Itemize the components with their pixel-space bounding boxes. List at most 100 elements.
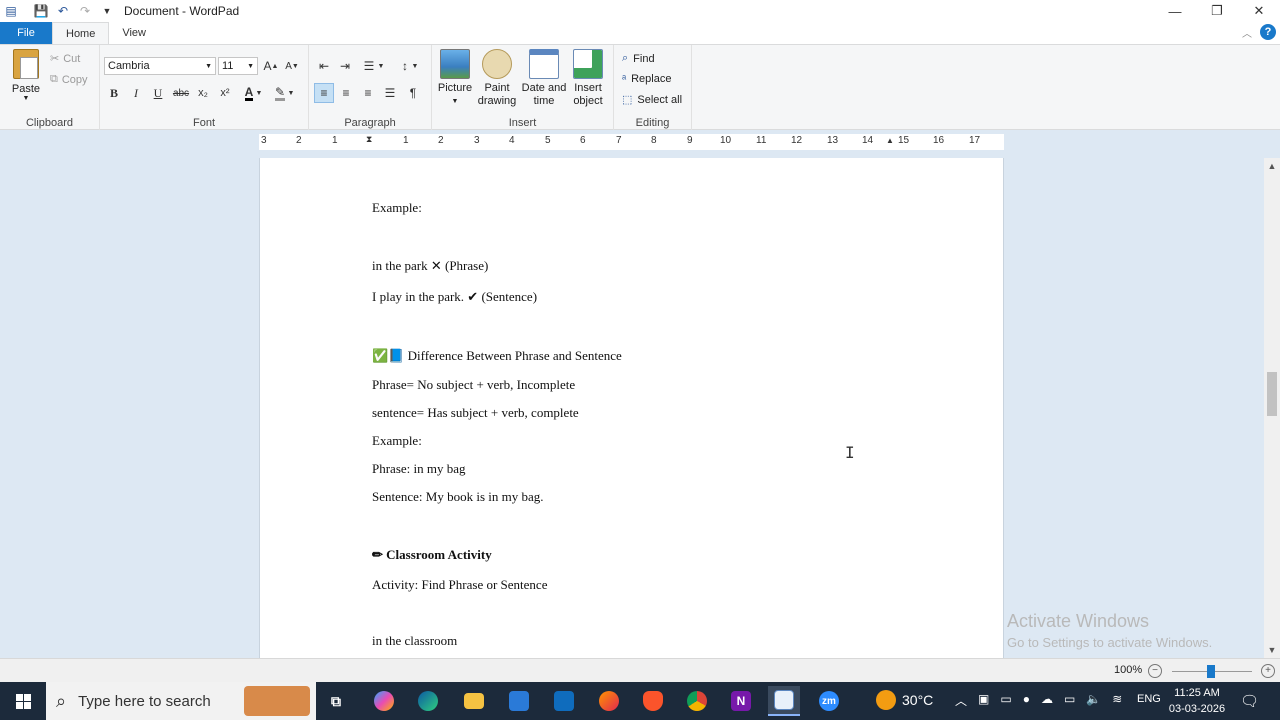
tab-view[interactable]: View (109, 22, 159, 44)
doc-heading: ✏ Classroom Activity (372, 547, 492, 562)
find-button[interactable]: ⌕ Find (622, 52, 655, 65)
tab-home[interactable]: Home (52, 22, 110, 44)
collapse-ribbon-icon[interactable]: ︿ (1242, 25, 1252, 40)
indent-marker-icon[interactable]: ⧗ (366, 134, 372, 145)
notification-icon[interactable]: 🗨 (1240, 692, 1259, 710)
select-all-button[interactable]: ⬚ Select all (622, 93, 682, 107)
subscript-button[interactable]: x₂ (193, 83, 213, 103)
redo-icon[interactable]: ↷ (76, 2, 94, 20)
decrease-indent-icon[interactable]: ⇤ (314, 56, 334, 76)
bold-button[interactable]: B (104, 83, 124, 103)
zoom-out-icon[interactable]: − (1148, 664, 1162, 678)
ruler[interactable]: 3 2 1 ⧗ 1 2 3 4 5 6 7 8 9 10 11 12 13 14… (259, 134, 1004, 150)
restore-button[interactable]: ❐ (1196, 0, 1238, 22)
status-bar: 100% − + (0, 658, 1280, 682)
paste-button[interactable]: Paste ▼ (8, 49, 44, 102)
task-view-icon[interactable]: ⧉ (320, 686, 352, 716)
superscript-button[interactable]: x² (215, 83, 235, 103)
wordpad-app-icon[interactable]: ▤ (2, 2, 20, 20)
font-family-select[interactable]: Cambria ▼ (104, 57, 216, 75)
ribbon-tabs: File Home View ︿ ? (0, 22, 1280, 44)
edge-icon[interactable] (412, 686, 444, 716)
copy-icon: ⧉ (50, 73, 58, 85)
chrome-icon[interactable] (681, 686, 713, 716)
scroll-thumb[interactable] (1267, 372, 1277, 416)
microphone-icon[interactable]: ● (1023, 692, 1030, 709)
datetime-label-2: time (533, 95, 555, 107)
underline-button[interactable]: U (148, 83, 168, 103)
battery-icon[interactable]: ▭ (1064, 692, 1075, 709)
firefox-icon[interactable] (593, 686, 625, 716)
zoom-in-icon[interactable]: + (1261, 664, 1275, 678)
system-tray: ︿ ▣ ▭ ● ☁ ▭ 🔈 ≋ (955, 692, 1122, 709)
cut-button[interactable]: ✂ Cut (50, 52, 80, 66)
document-page[interactable]: Example: in the park ✕ (Phrase) I play i… (259, 158, 1004, 658)
increase-indent-icon[interactable]: ⇥ (335, 56, 355, 76)
text-cursor-icon: I (845, 443, 855, 462)
bullets-dropdown[interactable]: ▼ (376, 56, 386, 76)
paint-label-1: Paint (484, 82, 510, 94)
right-indent-marker-icon[interactable]: ▲ (886, 136, 894, 145)
zoom-slider-thumb[interactable] (1207, 665, 1215, 678)
insert-object-button[interactable]: Insert object (570, 49, 606, 108)
doc-line: sentence= Has subject + verb, complete (372, 405, 579, 420)
store-icon[interactable] (503, 686, 535, 716)
file-explorer-icon[interactable] (458, 686, 490, 716)
ruler-label: 2 (296, 135, 302, 146)
scroll-down-icon[interactable]: ▼ (1264, 642, 1280, 658)
paint-drawing-button[interactable]: Paint drawing (476, 49, 518, 108)
help-icon[interactable]: ? (1260, 24, 1276, 40)
paragraph-settings-icon[interactable]: ¶ (403, 83, 423, 103)
start-button[interactable] (0, 682, 46, 720)
search-highlight-image (244, 686, 310, 716)
volume-icon[interactable]: 🔈 (1086, 692, 1101, 709)
close-button[interactable]: ✕ (1238, 0, 1280, 22)
minimize-button[interactable]: — (1154, 0, 1196, 22)
save-icon[interactable]: 💾 (32, 2, 50, 20)
onedrive-icon[interactable]: ☁ (1041, 692, 1053, 709)
wordpad-taskbar-icon[interactable] (768, 686, 800, 716)
taskbar-search[interactable]: ⌕ Type here to search (46, 682, 316, 720)
copy-button[interactable]: ⧉ Copy (50, 73, 88, 86)
font-size-select[interactable]: 11 ▼ (218, 57, 258, 75)
meet-now-icon[interactable]: ▭ (1000, 692, 1011, 709)
align-center-icon[interactable]: ≡ (336, 83, 356, 103)
line-spacing-dropdown[interactable]: ▼ (410, 56, 420, 76)
shrink-font-button[interactable]: A ▼ (282, 56, 302, 76)
weather-widget[interactable]: 30°C (876, 690, 933, 710)
onenote-icon[interactable]: N (725, 686, 757, 716)
align-right-icon[interactable]: ≡ (358, 83, 378, 103)
copilot-icon[interactable] (368, 686, 400, 716)
outlook-icon[interactable] (548, 686, 580, 716)
vertical-scrollbar[interactable]: ▲ ▼ (1264, 158, 1280, 658)
app-tray-icon[interactable]: ▣ (978, 692, 989, 709)
highlight-dropdown[interactable]: ▼ (286, 83, 296, 103)
scroll-up-icon[interactable]: ▲ (1264, 158, 1280, 174)
insert-picture-button[interactable]: Picture ▼ (437, 49, 473, 108)
replace-button[interactable]: ᵃ Replace (622, 73, 671, 85)
doc-line: Sentence: My book is in my bag. (372, 489, 544, 504)
tab-file[interactable]: File (0, 22, 52, 44)
show-hidden-icons-icon[interactable]: ︿ (955, 692, 967, 709)
ruler-label: 16 (933, 135, 945, 146)
customize-qat-icon[interactable]: ▼ (98, 2, 116, 20)
shrink-font-label: A (285, 60, 292, 72)
align-left-icon[interactable]: ≡ (314, 83, 334, 103)
italic-button[interactable]: I (126, 83, 146, 103)
calendar-clock-icon (529, 49, 559, 79)
grow-font-button[interactable]: A ▲ (261, 56, 281, 76)
undo-icon[interactable]: ↶ (54, 2, 72, 20)
paragraph-group-label: Paragraph (344, 117, 396, 129)
brave-icon[interactable] (637, 686, 669, 716)
strikethrough-button[interactable]: abc (171, 83, 191, 103)
text-color-dropdown[interactable]: ▼ (254, 83, 264, 103)
date-time-button[interactable]: Date and time (521, 49, 567, 108)
wifi-icon[interactable]: ≋ (1112, 692, 1122, 709)
justify-icon[interactable]: ☰ (380, 83, 400, 103)
language-indicator[interactable]: ENG (1137, 693, 1161, 705)
clock[interactable]: 11:25 AM 03-03-2026 (1168, 685, 1226, 717)
ruler-label: 17 (969, 135, 981, 146)
font-group-label: Font (192, 117, 215, 129)
zoom-app-icon[interactable]: zm (813, 686, 845, 716)
clock-time: 11:25 AM (1174, 687, 1220, 699)
